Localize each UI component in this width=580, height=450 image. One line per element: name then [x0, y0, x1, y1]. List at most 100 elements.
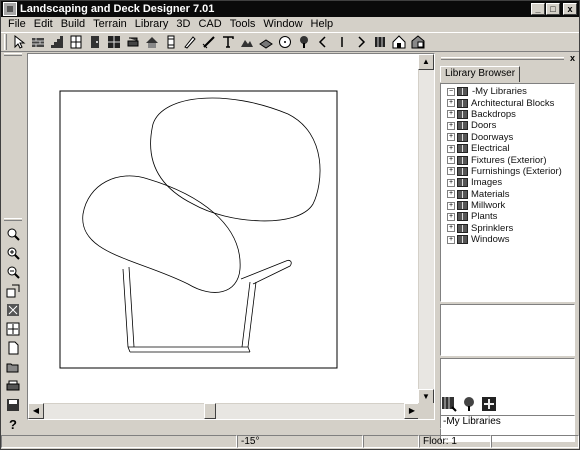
left-toolbar: ?	[3, 53, 25, 433]
status-cell-empty	[363, 435, 419, 448]
wall-icon[interactable]	[29, 33, 47, 51]
drawing-area[interactable]: ▲ ▼ ◀ ▶	[27, 53, 435, 420]
library-book-icon	[457, 212, 468, 222]
status-cell-message	[1, 435, 237, 448]
menu-bar: File Edit Build Terrain Library 3D CAD T…	[1, 17, 579, 31]
drawing-boundary	[59, 90, 338, 369]
title-bar: Landscaping and Deck Designer 7.01 _ □ x	[1, 1, 579, 17]
library-book-icon	[457, 235, 468, 245]
app-icon[interactable]	[3, 2, 17, 16]
terrain-icon[interactable]	[238, 33, 256, 51]
vertical-scrollbar[interactable]: ▲ ▼	[418, 54, 434, 405]
tree-item[interactable]: + Sprinklers	[441, 223, 574, 234]
panel-grip[interactable]	[441, 56, 564, 60]
tree-item[interactable]: + Windows	[441, 234, 574, 245]
menu-terrain[interactable]: Terrain	[89, 18, 131, 30]
minimize-button[interactable]: _	[531, 3, 545, 15]
chair-drawing	[59, 90, 338, 369]
main-toolbar	[1, 32, 579, 52]
arrow-right-icon[interactable]	[352, 33, 370, 51]
tree-item[interactable]: + Fixtures (Exterior)	[441, 154, 574, 166]
left-leg-shape	[122, 266, 135, 348]
menu-edit[interactable]: Edit	[30, 18, 57, 30]
panel-close-button[interactable]: x	[570, 53, 575, 63]
text-tool-icon[interactable]	[219, 33, 237, 51]
save-icon[interactable]	[3, 396, 23, 414]
tree-item[interactable]: + Backdrops	[441, 109, 574, 120]
open-file-icon[interactable]	[3, 358, 23, 376]
horizontal-scrollbar[interactable]: ◀ ▶	[28, 403, 420, 419]
house-icon[interactable]	[390, 33, 408, 51]
left-toolbar-grip-2[interactable]	[4, 218, 22, 221]
tab-library-browser[interactable]: Library Browser	[440, 66, 521, 82]
back-cushion-shape	[150, 97, 321, 222]
circle-icon[interactable]	[276, 33, 294, 51]
plan-canvas[interactable]	[28, 54, 420, 405]
zoom-in-icon[interactable]	[3, 244, 23, 262]
tree-item[interactable]: + Doorways	[441, 132, 574, 143]
library-book-icon	[457, 223, 468, 233]
arrow-left-icon[interactable]	[314, 33, 332, 51]
print-icon[interactable]	[3, 377, 23, 395]
select-arrow-icon[interactable]	[10, 33, 28, 51]
left-toolbar-grip[interactable]	[4, 53, 22, 56]
library-add-icon[interactable]	[480, 395, 498, 413]
tree-item[interactable]: + Architectural Blocks	[441, 97, 574, 109]
fill-window-icon[interactable]	[3, 301, 23, 319]
survey-icon[interactable]	[181, 33, 199, 51]
status-angle: -15°	[237, 435, 363, 448]
dimension-icon[interactable]	[200, 33, 218, 51]
menu-build[interactable]: Build	[57, 18, 89, 30]
library-status: -My Libraries	[440, 415, 575, 429]
scroll-corner	[418, 403, 434, 419]
library-plant-icon[interactable]	[460, 395, 478, 413]
tree-item-my-libraries[interactable]: − -My Libraries	[441, 86, 574, 97]
column-icon[interactable]	[162, 33, 180, 51]
new-file-icon[interactable]	[3, 339, 23, 357]
stair-icon[interactable]	[48, 33, 66, 51]
tree-item[interactable]: + Materials	[441, 189, 574, 200]
scroll-left-button[interactable]: ◀	[28, 403, 44, 419]
roof-icon[interactable]	[143, 33, 161, 51]
menu-library[interactable]: Library	[131, 18, 173, 30]
marker-icon[interactable]	[333, 33, 351, 51]
column-icon[interactable]	[371, 33, 389, 51]
library-book-icon	[457, 189, 468, 199]
window-title: Landscaping and Deck Designer 7.01	[20, 3, 215, 15]
maximize-button[interactable]: □	[546, 3, 560, 15]
door-icon[interactable]	[86, 33, 104, 51]
menu-3d[interactable]: 3D	[172, 18, 194, 30]
library-tree[interactable]: − -My Libraries + Architectural Blocks + Ba…	[440, 83, 575, 302]
tree-item[interactable]: + Images	[441, 177, 574, 188]
cabinet-icon[interactable]	[67, 33, 85, 51]
undo-zoom-icon[interactable]	[3, 282, 23, 300]
scroll-thumb[interactable]	[204, 403, 216, 419]
fit-icon[interactable]	[3, 320, 23, 338]
menu-cad[interactable]: CAD	[194, 18, 225, 30]
menu-window[interactable]: Window	[259, 18, 306, 30]
deck-icon[interactable]	[257, 33, 275, 51]
tree-item[interactable]: + Electrical	[441, 143, 574, 154]
plant-icon[interactable]	[295, 33, 313, 51]
library-book-icon	[457, 155, 468, 165]
menu-help[interactable]: Help	[307, 18, 338, 30]
status-floor: Floor: 1	[419, 435, 491, 448]
bottom-rail-shape	[127, 346, 251, 353]
menu-file[interactable]: File	[4, 18, 30, 30]
toolbar-grip[interactable]	[4, 34, 7, 50]
tree-item[interactable]: + Millwork	[441, 200, 574, 211]
scroll-up-button[interactable]: ▲	[418, 54, 434, 70]
zoom-icon[interactable]	[3, 225, 23, 243]
render-icon[interactable]	[409, 33, 427, 51]
tree-item[interactable]: + Plants	[441, 211, 574, 222]
help-icon[interactable]: ?	[3, 415, 23, 433]
zoom-out-icon[interactable]	[3, 263, 23, 281]
tree-item[interactable]: + Furnishings (Exterior)	[441, 166, 574, 177]
library-book-icon	[457, 121, 468, 131]
tree-item[interactable]: + Doors	[441, 120, 574, 131]
furniture-icon[interactable]	[124, 33, 142, 51]
menu-tools[interactable]: Tools	[226, 18, 260, 30]
close-button[interactable]: x	[563, 3, 577, 15]
library-search-icon[interactable]	[440, 395, 458, 413]
window-icon[interactable]	[105, 33, 123, 51]
